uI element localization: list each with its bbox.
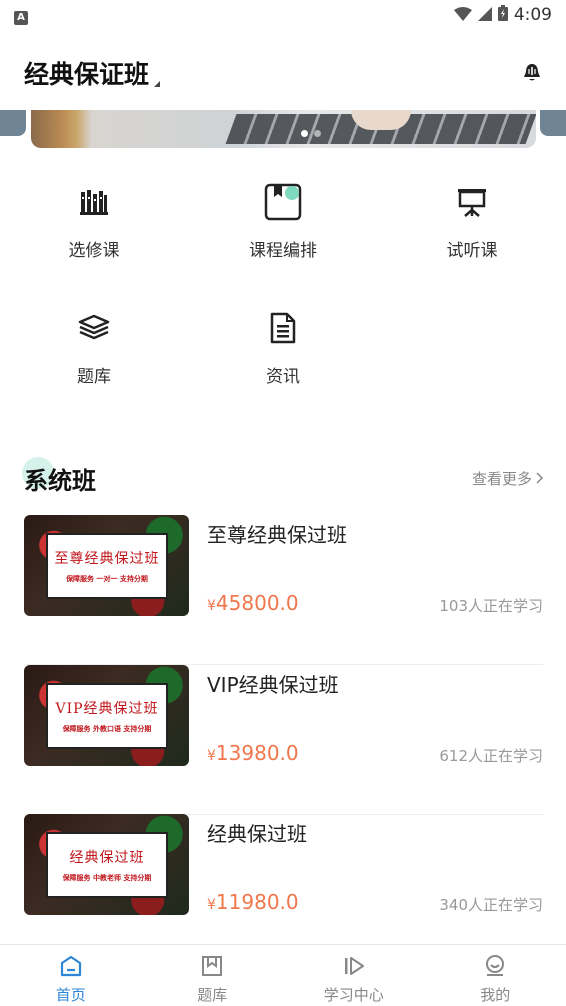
banner-carousel[interactable] xyxy=(0,110,566,150)
signal-icon xyxy=(477,6,492,25)
menu-item-trial[interactable]: 试听课 xyxy=(402,182,542,282)
course-thumbnail: 经典保过班 保障服务 中教老师 支持分期 xyxy=(24,814,189,915)
course-thumbnail: VIP经典保过班 保障服务 外教口语 支持分期 xyxy=(24,665,189,766)
menu-label: 课程编排 xyxy=(249,241,317,261)
nav-label: 我的 xyxy=(480,986,511,1004)
thumbnail-title: 至尊经典保过班 xyxy=(54,551,160,567)
stack-icon xyxy=(74,308,114,348)
course-thumbnail-card: VIP经典保过班 保障服务 外教口语 支持分期 xyxy=(46,683,168,749)
nav-item-question-bank[interactable]: 题库 xyxy=(142,945,284,1006)
course-name: VIP经典保过班 xyxy=(207,673,339,697)
nav-label: 学习中心 xyxy=(323,986,384,1004)
currency-symbol: ¥ xyxy=(207,598,216,614)
page-title: 经典保证班 xyxy=(24,60,150,89)
document-icon xyxy=(263,308,303,348)
section-header: 系统班 查看更多 xyxy=(22,456,544,498)
status-left: A xyxy=(14,5,28,25)
menu-item-elective[interactable]: 选修课 xyxy=(24,182,164,282)
nav-item-home[interactable]: 首页 xyxy=(0,945,142,1006)
course-price: ¥11980.0 xyxy=(207,890,299,914)
notification-button[interactable] xyxy=(518,59,546,87)
currency-symbol: ¥ xyxy=(207,748,216,764)
bottom-nav: 首页 题库 学习中心 我的 xyxy=(0,944,566,1006)
learner-count: 340人正在学习 xyxy=(439,896,543,914)
course-price: ¥45800.0 xyxy=(207,591,299,615)
profile-icon xyxy=(484,952,506,980)
class-selector[interactable]: 经典保证班 xyxy=(24,55,161,91)
app-header: 经典保证班 xyxy=(0,44,566,102)
thumbnail-subtitle: 保障服务 中教老师 支持分期 xyxy=(62,874,152,882)
price-value: 45800.0 xyxy=(215,591,299,615)
thumbnail-title: 经典保过班 xyxy=(69,850,145,866)
price-value: 13980.0 xyxy=(215,741,299,765)
menu-label: 题库 xyxy=(77,367,111,387)
banner-dot xyxy=(314,130,321,137)
home-icon xyxy=(60,952,82,980)
books-icon xyxy=(74,182,114,222)
section-title-wrap: 系统班 xyxy=(22,456,96,496)
banner-slide[interactable] xyxy=(31,110,536,148)
course-price: ¥13980.0 xyxy=(207,741,299,765)
nav-item-learning-center[interactable]: 学习中心 xyxy=(283,945,425,1006)
view-more-link[interactable]: 查看更多 xyxy=(472,468,544,489)
schedule-bookmark-icon xyxy=(263,182,303,222)
menu-item-schedule[interactable]: 课程编排 xyxy=(213,182,353,282)
course-item[interactable]: 至尊经典保过班 保障服务 一对一 支持分期 至尊经典保过班 ¥45800.0 1… xyxy=(24,515,543,665)
chevron-right-icon xyxy=(536,472,544,484)
thumbnail-subtitle: 保障服务 外教口语 支持分期 xyxy=(62,725,152,733)
course-item[interactable]: VIP经典保过班 保障服务 外教口语 支持分期 VIP经典保过班 ¥13980.… xyxy=(24,665,543,815)
bell-icon xyxy=(524,64,540,81)
nav-label: 首页 xyxy=(55,986,86,1004)
nav-item-profile[interactable]: 我的 xyxy=(425,945,566,1006)
menu-label: 资讯 xyxy=(266,367,300,387)
thumbnail-title: VIP经典保过班 xyxy=(55,701,159,717)
price-value: 11980.0 xyxy=(215,890,299,914)
thumbnail-subtitle: 保障服务 一对一 支持分期 xyxy=(66,575,148,583)
learner-count: 612人正在学习 xyxy=(439,747,543,765)
status-time: 4:09 xyxy=(513,5,552,25)
currency-symbol: ¥ xyxy=(207,897,216,913)
nav-label: 题库 xyxy=(197,986,228,1004)
play-center-icon xyxy=(343,952,365,980)
course-thumbnail-card: 至尊经典保过班 保障服务 一对一 支持分期 xyxy=(46,533,168,599)
bookmark-icon xyxy=(201,952,223,980)
status-bar: A 4:09 xyxy=(0,0,566,30)
course-name: 经典保过班 xyxy=(207,822,307,846)
battery-icon xyxy=(497,5,508,25)
presentation-icon xyxy=(452,182,492,222)
course-thumbnail: 至尊经典保过班 保障服务 一对一 支持分期 xyxy=(24,515,189,616)
section-title: 系统班 xyxy=(24,466,96,495)
banner-next-slide[interactable] xyxy=(540,110,566,136)
course-item[interactable]: 经典保过班 保障服务 中教老师 支持分期 经典保过班 ¥11980.0 340人… xyxy=(24,814,543,964)
caret-down-icon xyxy=(154,81,161,87)
wifi-icon xyxy=(453,6,472,25)
banner-dot-active xyxy=(301,130,308,137)
app-badge-icon: A xyxy=(14,10,28,25)
status-right: 4:09 xyxy=(453,5,552,25)
view-more-label: 查看更多 xyxy=(471,469,532,488)
menu-item-question-bank[interactable]: 题库 xyxy=(24,308,164,408)
menu-label: 选修课 xyxy=(68,241,120,261)
menu-item-news[interactable]: 资讯 xyxy=(213,308,353,408)
menu-label: 试听课 xyxy=(446,241,498,261)
course-name: 至尊经典保过班 xyxy=(207,523,347,547)
learner-count: 103人正在学习 xyxy=(439,597,543,615)
banner-indicator xyxy=(301,130,321,137)
course-thumbnail-card: 经典保过班 保障服务 中教老师 支持分期 xyxy=(46,832,168,898)
banner-prev-slide[interactable] xyxy=(0,110,26,136)
